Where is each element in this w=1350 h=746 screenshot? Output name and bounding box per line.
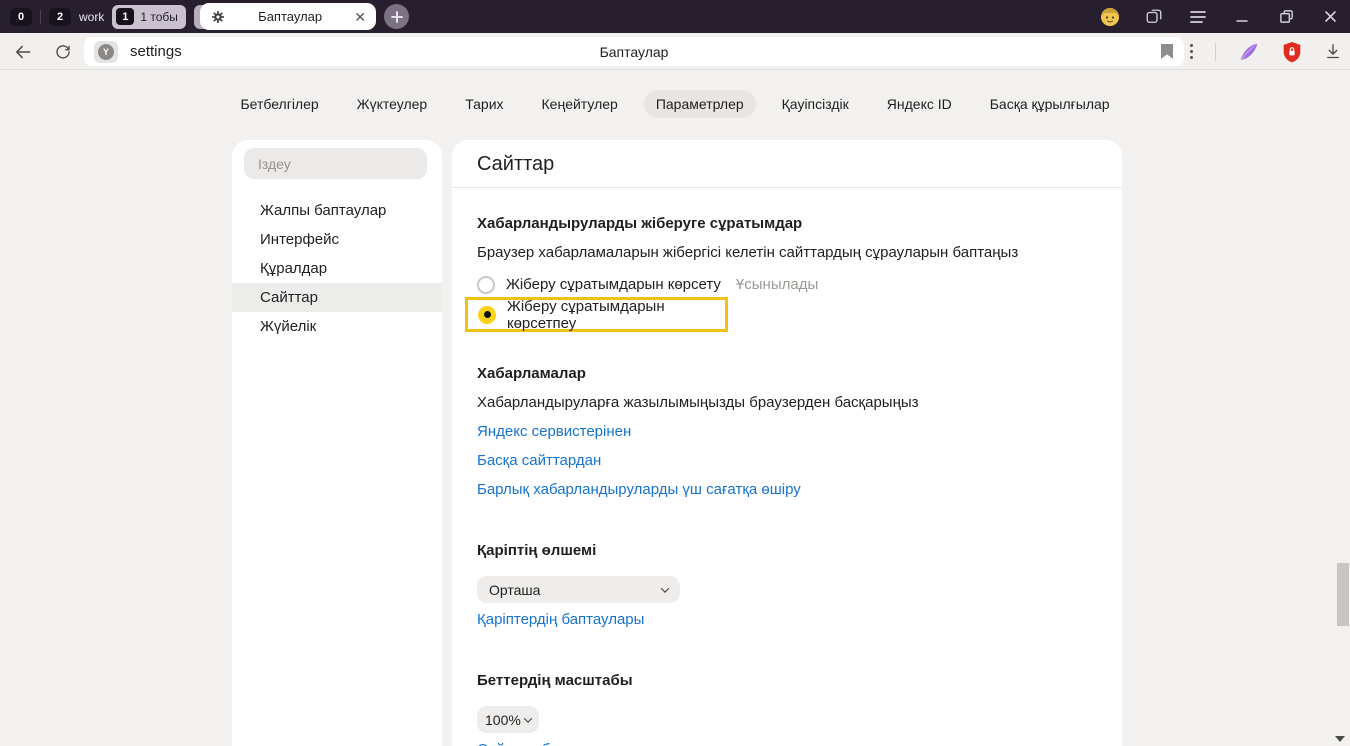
url-input[interactable]: Y settings Баптаулар — [84, 37, 1184, 66]
tab-extensions[interactable]: Кеңейтулер — [530, 90, 630, 118]
search-input[interactable] — [244, 148, 427, 179]
annotation-highlight-box: Жіберу сұратымдарын көрсетпеу — [465, 297, 728, 332]
recommended-note: Ұсынылады — [736, 276, 818, 293]
radio-checked-icon[interactable] — [478, 306, 496, 324]
gear-icon — [210, 9, 226, 25]
settings-nav-tabs: Бетбелгілер Жүктеулер Тарих Кеңейтулер П… — [0, 90, 1350, 118]
tab-settings[interactable]: Параметрлер — [644, 90, 756, 118]
section-description: Хабарландыруларға жазылымыңызды браузерд… — [477, 394, 1097, 412]
workspace-active-pill[interactable]: 1 1 тобы — [112, 5, 186, 29]
browser-topbar: 0 2 work 1 1 тобы — [0, 0, 1350, 33]
divider — [40, 10, 41, 24]
page-title: Сайттар — [477, 153, 1122, 176]
sidebar-item-system[interactable]: Жүйелік — [232, 312, 442, 341]
link-font-settings[interactable]: Қаріптердің баптаулары — [477, 611, 644, 629]
notification-links: Яндекс сервистерінен Басқа сайттардан Ба… — [477, 423, 1097, 499]
arrow-left-icon — [13, 42, 33, 62]
tab-other-devices[interactable]: Басқа құрылғылар — [978, 90, 1122, 118]
new-tab-button[interactable] — [384, 4, 409, 29]
scrollbar-thumb[interactable] — [1337, 563, 1349, 626]
window-controls — [1100, 0, 1340, 33]
tab-bookmarks[interactable]: Бетбелгілер — [228, 90, 330, 118]
plus-icon — [391, 11, 403, 23]
url-text: settings — [130, 43, 182, 60]
font-size-select[interactable]: Орташа — [477, 576, 680, 603]
chevron-down-icon — [524, 714, 532, 722]
sidebar-list: Жалпы баптаулар Интерфейс Құралдар Сайтт… — [232, 196, 442, 341]
workspace-switcher: 0 2 work 1 1 тобы — [10, 0, 220, 33]
settings-page: Бетбелгілер Жүктеулер Тарих Кеңейтулер П… — [0, 70, 1350, 746]
settings-content: Сайттар Хабарландыруларды жіберуге сұрат… — [452, 140, 1122, 746]
radio-label: Жіберу сұратымдарын көрсету — [506, 276, 721, 293]
address-bar-actions — [1190, 33, 1342, 70]
back-button[interactable] — [10, 39, 36, 65]
maximize-button[interactable] — [1276, 7, 1296, 27]
close-window-button[interactable] — [1320, 7, 1340, 27]
sidebar-item-interface[interactable]: Интерфейс — [232, 225, 442, 254]
select-value: Орташа — [489, 582, 540, 598]
tab-security[interactable]: Қауіпсіздік — [770, 90, 861, 118]
link-yandex-services[interactable]: Яндекс сервистерінен — [477, 423, 631, 441]
select-value: 100% — [485, 712, 521, 728]
section-heading-notifications: Хабарламалар — [477, 365, 1097, 383]
tab-downloads[interactable]: Жүктеулер — [345, 90, 440, 118]
minimize-button[interactable] — [1232, 7, 1252, 27]
radio-option-show-requests[interactable]: Жіберу сұратымдарын көрсету Ұсынылады — [477, 275, 1097, 294]
bookmark-button[interactable] — [1160, 43, 1174, 60]
page-zoom-select[interactable]: 100% — [477, 706, 539, 733]
sidebar-item-sites[interactable]: Сайттар — [232, 283, 442, 312]
radio-option-hide-requests[interactable]: Жіберу сұратымдарын көрсетпеу — [507, 298, 725, 332]
sidebar-item-tools[interactable]: Құралдар — [232, 254, 442, 283]
section-heading-notification-requests: Хабарландыруларды жіберуге сұратымдар — [477, 215, 1097, 233]
bookmark-icon — [1160, 43, 1174, 60]
divider — [1215, 43, 1216, 61]
section-heading-page-zoom: Беттердің масштабы — [477, 672, 1097, 690]
more-options-icon[interactable] — [1190, 44, 1193, 59]
workspace-badge: 1 — [116, 8, 134, 25]
link-site-settings[interactable]: Сайттың баптаулары — [477, 741, 625, 746]
tab-close-icon[interactable]: ✕ — [354, 10, 366, 24]
sidebar-search[interactable] — [244, 148, 427, 179]
section-heading-font-size: Қаріптің өлшемі — [477, 542, 1097, 560]
download-icon — [1324, 42, 1342, 61]
tab-title: Баптаулар — [226, 9, 354, 24]
yandex-site-glyph: Y — [98, 44, 114, 60]
workspace-badge[interactable]: 2 — [49, 8, 71, 26]
link-other-sites[interactable]: Басқа сайттардан — [477, 452, 601, 470]
browser-tab[interactable]: Баптаулар ✕ — [200, 3, 376, 30]
protect-shield-icon[interactable] — [1282, 41, 1302, 63]
site-icon[interactable]: Y — [94, 41, 118, 63]
address-bar: Y settings Баптаулар — [0, 33, 1350, 70]
menu-icon[interactable] — [1188, 7, 1208, 27]
browser-window: 0 2 work 1 1 тобы — [0, 0, 1350, 746]
tab-yandex-id[interactable]: Яндекс ID — [875, 90, 964, 118]
radio-unchecked-icon[interactable] — [477, 276, 495, 294]
settings-sidebar: Жалпы баптаулар Интерфейс Құралдар Сайтт… — [232, 140, 442, 746]
reload-button[interactable] — [50, 39, 76, 65]
link-mute-all-3h[interactable]: Барлық хабарландыруларды үш сағатқа өшір… — [477, 481, 801, 499]
reload-icon — [54, 43, 72, 61]
downloads-button[interactable] — [1324, 42, 1342, 61]
collections-icon[interactable] — [1144, 7, 1164, 27]
scroll-down-arrow-icon[interactable] — [1335, 736, 1345, 742]
workspace-label: 1 тобы — [140, 10, 178, 24]
sidebar-item-general[interactable]: Жалпы баптаулар — [232, 196, 442, 225]
omnibox-page-title: Баптаулар — [600, 44, 669, 60]
tab-history[interactable]: Тарих — [453, 90, 515, 118]
avatar[interactable] — [1100, 7, 1120, 27]
section-description: Браузер хабарламаларын жібергісі келетін… — [477, 244, 1097, 262]
copilot-feather-icon[interactable] — [1238, 41, 1260, 63]
chevron-down-icon — [661, 584, 669, 592]
content-header: Сайттар — [452, 140, 1122, 188]
workspace-badge[interactable]: 0 — [10, 8, 32, 26]
workspace-label[interactable]: work — [79, 10, 104, 24]
